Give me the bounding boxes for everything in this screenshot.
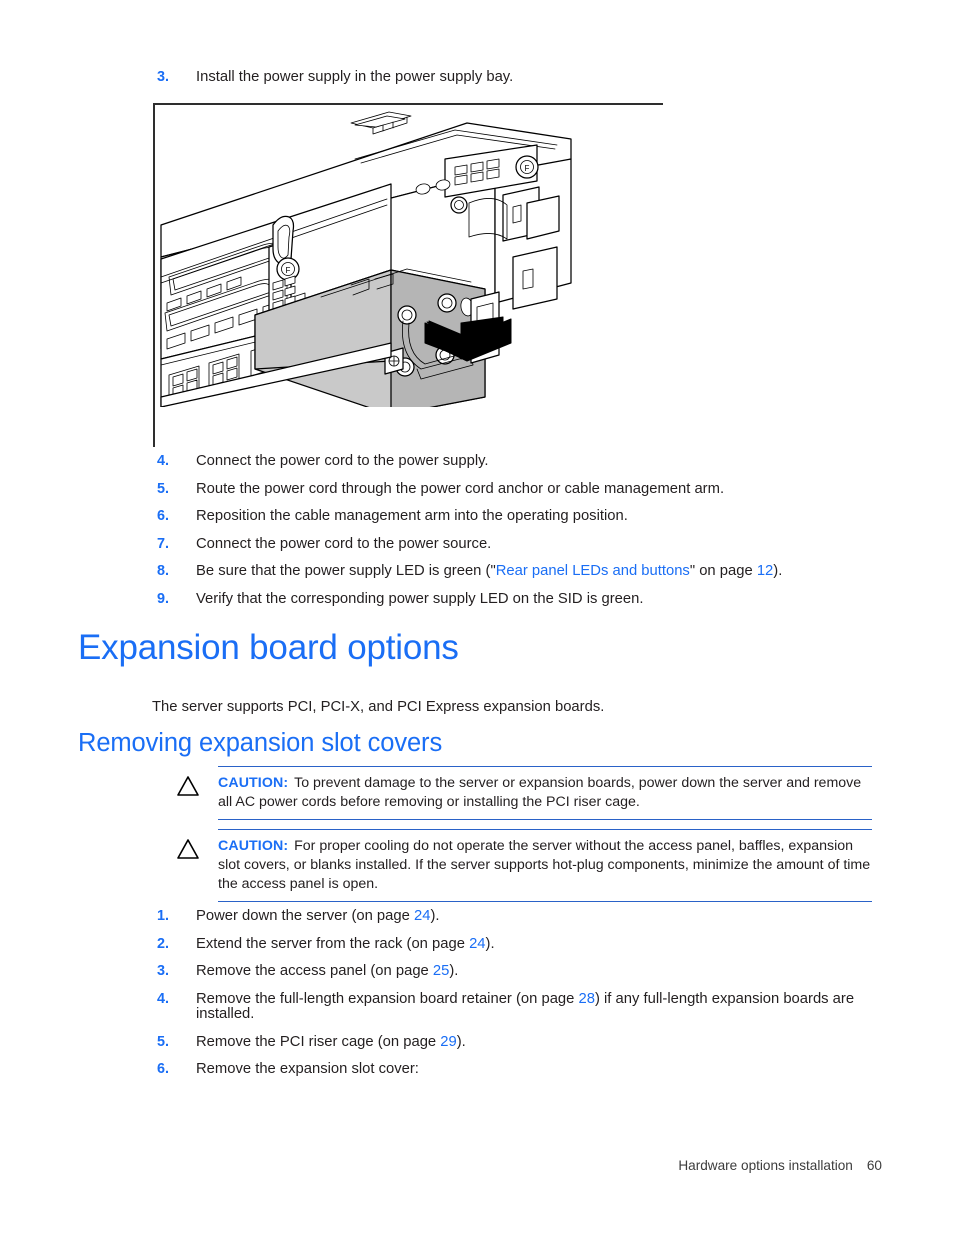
step-text-prefix: Remove the full-length expansion board r… [196,990,579,1007]
step-text: Connect the power cord to the power supp… [196,453,489,469]
page-reference[interactable]: 28 [579,991,595,1007]
cross-reference-link[interactable]: Rear panel LEDs and buttons [496,563,690,579]
step-text: Install the power supply in the power su… [196,69,514,85]
page-reference[interactable]: 24 [469,936,485,952]
list-item: 1. Power down the server (on page 24). [152,908,912,925]
step-number: 4. [157,453,170,469]
step-text: Power down the server (on page 24). [196,908,912,925]
step-text-suffix: ). [773,563,783,580]
step-number: 8. [157,563,170,580]
step-line: 3. Install the power supply in the power… [152,69,672,86]
step-text: Be sure that the power supply LED is gre… [196,563,912,580]
step-number: 6. [157,1061,170,1078]
svg-text:F: F [286,266,291,275]
list-item: 3. Remove the access panel (on page 25). [152,963,912,980]
step-text: Remove the PCI riser cage (on page 29). [196,1033,912,1051]
list-item: 9. Verify that the corresponding power s… [152,590,912,608]
figure-frame: .ln { fill:none; stroke:#000; stroke-wid… [153,103,663,447]
step-text: Reposition the cable management arm into… [196,508,628,525]
page-reference[interactable]: 24 [414,908,430,924]
step-number: 3. [157,69,170,85]
list-item: 5. Route the power cord through the powe… [152,480,912,498]
power-supply-installation-illustration: .ln { fill:none; stroke:#000; stroke-wid… [160,111,572,407]
page-reference[interactable]: 12 [757,563,773,579]
step-number: 6. [157,508,170,525]
step-number: 9. [157,590,170,607]
page-heading-expansion-board-options: Expansion board options [78,628,459,667]
power-supply-steps-list: 4. Connect the power cord to the power s… [152,453,912,619]
step-text-prefix: Be sure that the power supply LED is gre… [196,563,496,580]
figure-step-3: 3. Install the power supply in the power… [152,69,672,86]
step-text-middle: " on page [689,563,757,580]
page-reference[interactable]: 29 [440,1034,456,1050]
caution-label: CAUTION: [218,775,289,791]
list-item: 5. Remove the PCI riser cage (on page 29… [152,1033,912,1051]
step-text-prefix: Remove the expansion slot cover: [196,1061,419,1078]
caution-triangle-icon [177,776,199,796]
step-text-suffix: ). [456,1033,466,1050]
caution-text: For proper cooling do not operate the se… [218,838,871,893]
caution-body: CAUTION: For proper cooling do not opera… [172,830,872,901]
caution-block-2: CAUTION: For proper cooling do not opera… [172,829,872,903]
intro-paragraph: The server supports PCI, PCI-X, and PCI … [152,698,605,715]
step-number: 1. [157,908,170,924]
list-item: 6. Reposition the cable management arm i… [152,508,912,525]
step-number: 4. [157,990,170,1007]
list-item: 8. Be sure that the power supply LED is … [152,563,912,580]
step-number: 5. [157,480,170,497]
step-text-suffix: ). [449,963,459,980]
caution-label: CAUTION: [218,838,289,854]
step-text: Extend the server from the rack (on page… [196,935,912,953]
footer-title: Hardware options installation [678,1158,853,1173]
page-reference[interactable]: 25 [433,963,449,979]
svg-text:F: F [525,164,530,173]
step-text-prefix: Remove the PCI riser cage (on page [196,1033,441,1050]
list-item: 7. Connect the power cord to the power s… [152,535,912,553]
document-page: 3. Install the power supply in the power… [0,0,954,1235]
step-text-prefix: Remove the access panel (on page [196,963,433,980]
list-item: 2. Extend the server from the rack (on p… [152,935,912,953]
caution-rule-bottom [218,819,872,821]
step-text-suffix: ). [430,908,440,924]
step-text-suffix: ). [485,935,495,952]
caution-triangle-icon [177,839,199,859]
step-text: Verify that the corresponding power supp… [196,590,644,607]
step-text: Remove the access panel (on page 25). [196,963,912,980]
step-text-prefix: Extend the server from the rack (on page [196,935,470,952]
step-number: 7. [157,535,170,552]
caution-body: CAUTION: To prevent damage to the server… [172,767,872,819]
step-text: Remove the expansion slot cover: [196,1061,912,1078]
caution-rule-bottom [218,901,872,903]
footer-page-number: 60 [866,1158,882,1173]
list-item: 6. Remove the expansion slot cover: [152,1061,912,1078]
step-text: Route the power cord through the power c… [196,480,725,497]
list-item: 4. Remove the full-length expansion boar… [152,990,912,1023]
step-number: 3. [157,963,170,980]
caution-block-1: CAUTION: To prevent damage to the server… [172,766,872,821]
step-text: Remove the full-length expansion board r… [196,990,912,1023]
removing-covers-steps-list: 1. Power down the server (on page 24). 2… [152,908,912,1090]
list-item: 4. Connect the power cord to the power s… [152,453,912,470]
step-number: 5. [157,1033,170,1050]
step-text-prefix: Power down the server (on page [196,908,414,924]
section-heading-removing-expansion-slot-covers: Removing expansion slot covers [78,729,443,757]
caution-text: To prevent damage to the server or expan… [218,775,862,811]
step-number: 2. [157,935,170,952]
page-footer: Hardware options installation 60 [0,1158,882,1173]
step-text: Connect the power cord to the power sour… [196,535,492,552]
